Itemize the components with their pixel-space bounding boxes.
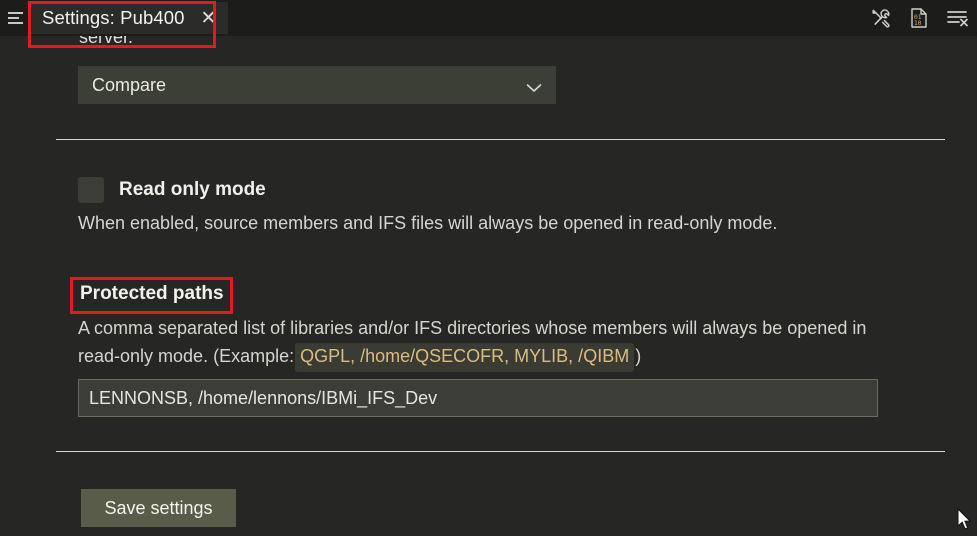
protected-paths-example-prefix: read-only mode. (Example: [78, 346, 295, 366]
read-only-mode-row[interactable]: Read only mode [78, 177, 266, 203]
save-settings-button[interactable]: Save settings [81, 489, 236, 527]
list-menu-icon[interactable] [8, 0, 30, 36]
protected-paths-title: Protected paths [80, 283, 224, 304]
read-only-mode-description: When enabled, source members and IFS fil… [78, 213, 778, 233]
protected-paths-example-suffix: ) [635, 346, 642, 366]
divider-top [56, 139, 945, 140]
compare-mode-dropdown[interactable]: Compare [78, 66, 556, 104]
protected-paths-input[interactable] [78, 379, 878, 417]
binary-file-icon[interactable]: 01 10 [907, 6, 931, 30]
dropdown-selected-value: Compare [92, 74, 167, 95]
clear-list-icon[interactable] [945, 6, 969, 30]
tab-settings-pub400[interactable]: Settings: Pub400 ✕ [30, 2, 229, 34]
protected-paths-description-line2: read-only mode. (Example: QGPL, /home/QS… [78, 343, 641, 372]
close-icon[interactable]: ✕ [199, 9, 219, 28]
settings-panel: server. Compare Read only mode When enab… [0, 0, 977, 536]
tab-title: Settings: Pub400 [42, 7, 185, 28]
read-only-mode-label: Read only mode [119, 179, 266, 200]
title-bar: Settings: Pub400 ✕ 01 10 [0, 0, 977, 36]
svg-text:10: 10 [914, 20, 922, 27]
toolbar: 01 10 [869, 0, 969, 36]
divider-bottom [56, 451, 945, 452]
protected-paths-description-line1: A comma separated list of libraries and/… [78, 318, 867, 338]
protected-paths-example-code: QGPL, /home/QSECOFR, MYLIB, /QIBM [295, 343, 635, 372]
read-only-mode-checkbox[interactable] [78, 177, 104, 203]
tools-icon[interactable] [869, 6, 893, 30]
chevron-down-icon [526, 80, 542, 92]
